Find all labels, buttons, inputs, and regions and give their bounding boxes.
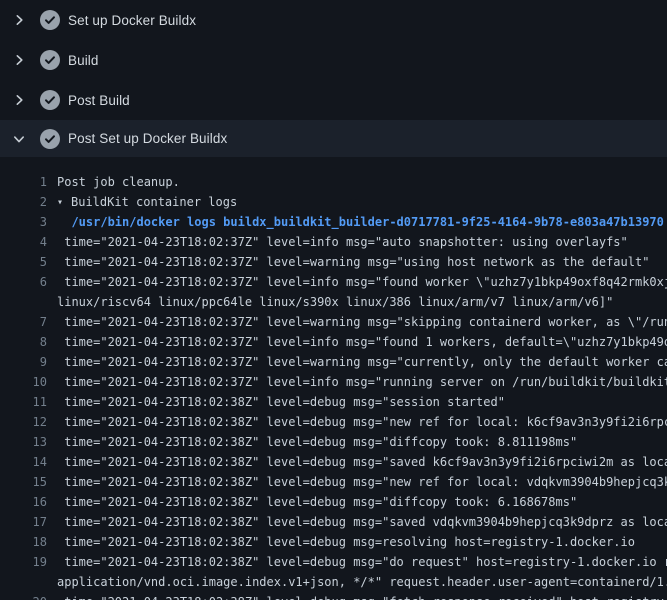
line-number[interactable]: 10 [0,372,47,392]
step-label: Post Build [68,93,130,108]
step-label: Post Set up Docker Buildx [68,131,227,146]
log-line: 16 time="2021-04-23T18:02:38Z" level=deb… [0,492,667,512]
log-line-wrap: application/vnd.oci.image.index.v1+json,… [0,572,667,592]
log-text: time="2021-04-23T18:02:37Z" level=info m… [57,272,667,292]
log-line: 8 time="2021-04-23T18:02:37Z" level=info… [0,332,667,352]
log-line: 3 /usr/bin/docker logs buildx_buildkit_b… [0,212,667,232]
log-group-header[interactable]: 2 ▾ BuildKit container logs [0,192,667,212]
log-command-text: /usr/bin/docker logs buildx_buildkit_bui… [57,212,664,232]
line-number[interactable]: 19 [0,552,47,572]
log-text: time="2021-04-23T18:02:37Z" level=warnin… [57,312,667,332]
line-number [0,292,47,312]
step-row-build[interactable]: Build [0,40,667,80]
log-text: Post job cleanup. [57,172,180,192]
log-text: time="2021-04-23T18:02:38Z" level=debug … [57,452,667,472]
log-text: time="2021-04-23T18:02:38Z" level=debug … [57,412,667,432]
group-toggle-icon[interactable]: ▾ [57,193,66,212]
log-text: time="2021-04-23T18:02:38Z" level=debug … [57,512,667,532]
line-number[interactable]: 6 [0,272,47,292]
line-number[interactable]: 2 [0,192,47,212]
log-line: 20 time="2021-04-23T18:02:38Z" level=deb… [0,592,667,600]
log-text: application/vnd.oci.image.index.v1+json,… [57,572,667,592]
step-row-post-set-up-docker-buildx[interactable]: Post Set up Docker Buildx [0,120,667,157]
log-line: 7 time="2021-04-23T18:02:37Z" level=warn… [0,312,667,332]
step-row-post-build[interactable]: Post Build [0,80,667,120]
log-text: time="2021-04-23T18:02:38Z" level=debug … [57,432,577,452]
log-text: time="2021-04-23T18:02:37Z" level=warnin… [57,352,667,372]
chevron-right-icon[interactable] [12,14,25,27]
log-line: 15 time="2021-04-23T18:02:38Z" level=deb… [0,472,667,492]
log-text: time="2021-04-23T18:02:38Z" level=debug … [57,492,577,512]
line-number[interactable]: 12 [0,412,47,432]
step-label: Set up Docker Buildx [68,13,196,28]
line-number[interactable]: 15 [0,472,47,492]
log-line: 12 time="2021-04-23T18:02:38Z" level=deb… [0,412,667,432]
line-number[interactable]: 1 [0,172,47,192]
log-text: time="2021-04-23T18:02:37Z" level=info m… [57,232,628,252]
log-line: 14 time="2021-04-23T18:02:38Z" level=deb… [0,452,667,472]
line-number[interactable]: 17 [0,512,47,532]
step-success-check-icon [40,90,60,110]
line-number [0,572,47,592]
line-number[interactable]: 20 [0,592,47,600]
log-text: time="2021-04-23T18:02:37Z" level=info m… [57,332,667,352]
line-number[interactable]: 8 [0,332,47,352]
line-number[interactable]: 7 [0,312,47,332]
log-line: 13 time="2021-04-23T18:02:38Z" level=deb… [0,432,667,452]
chevron-right-icon[interactable] [12,54,25,67]
step-success-check-icon [40,10,60,30]
step-success-check-icon [40,129,60,149]
log-line: 17 time="2021-04-23T18:02:38Z" level=deb… [0,512,667,532]
log-text: time="2021-04-23T18:02:37Z" level=info m… [57,372,667,392]
log-text: linux/riscv64 linux/ppc64le linux/s390x … [57,292,613,312]
log-line: 10 time="2021-04-23T18:02:37Z" level=inf… [0,372,667,392]
log-line: 4 time="2021-04-23T18:02:37Z" level=info… [0,232,667,252]
log-line: 18 time="2021-04-23T18:02:38Z" level=deb… [0,532,667,552]
chevron-right-icon[interactable] [12,94,25,107]
log-line: 9 time="2021-04-23T18:02:37Z" level=warn… [0,352,667,372]
line-number[interactable]: 14 [0,452,47,472]
log-line: 5 time="2021-04-23T18:02:37Z" level=warn… [0,252,667,272]
log-text: time="2021-04-23T18:02:38Z" level=debug … [57,552,667,572]
log-line: 6 time="2021-04-23T18:02:37Z" level=info… [0,272,667,292]
log-text: time="2021-04-23T18:02:38Z" level=debug … [57,392,505,412]
step-row-set-up-docker-buildx[interactable]: Set up Docker Buildx [0,0,667,40]
line-number[interactable]: 16 [0,492,47,512]
line-number[interactable]: 5 [0,252,47,272]
line-number[interactable]: 13 [0,432,47,452]
log-line: 19 time="2021-04-23T18:02:38Z" level=deb… [0,552,667,572]
line-number[interactable]: 11 [0,392,47,412]
line-number[interactable]: 4 [0,232,47,252]
log-text: time="2021-04-23T18:02:38Z" level=debug … [57,592,667,600]
log-text: time="2021-04-23T18:02:38Z" level=debug … [57,472,667,492]
group-label[interactable]: BuildKit container logs [71,195,237,209]
log-line: 1 Post job cleanup. [0,172,667,192]
step-success-check-icon [40,50,60,70]
line-number[interactable]: 18 [0,532,47,552]
line-number[interactable]: 3 [0,212,47,232]
line-number[interactable]: 9 [0,352,47,372]
log-text: time="2021-04-23T18:02:37Z" level=warnin… [57,252,649,272]
log-pane: 1 Post job cleanup. 2 ▾ BuildKit containe… [0,157,667,600]
log-line: 11 time="2021-04-23T18:02:38Z" level=deb… [0,392,667,412]
actions-log-viewer: Set up Docker Buildx Build Post Build Po… [0,0,667,600]
step-label: Build [68,53,99,68]
log-text: time="2021-04-23T18:02:38Z" level=debug … [57,532,635,552]
chevron-down-icon[interactable] [12,132,25,145]
log-line-wrap: linux/riscv64 linux/ppc64le linux/s390x … [0,292,667,312]
